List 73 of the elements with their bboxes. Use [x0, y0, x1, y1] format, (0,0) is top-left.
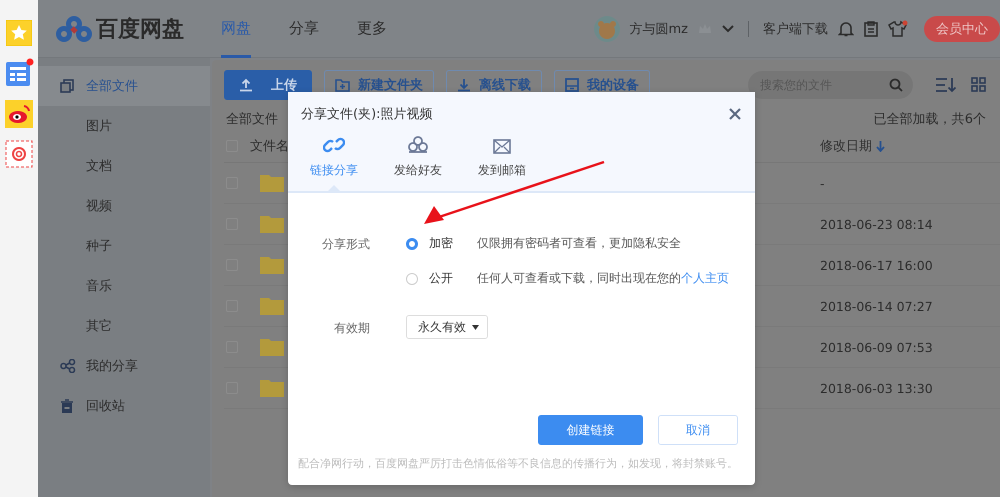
close-icon[interactable] — [729, 108, 741, 120]
folder-icon — [260, 256, 284, 274]
news-icon[interactable] — [4, 58, 34, 88]
dialog-tab[interactable]: 发到邮箱 — [472, 124, 532, 191]
sidebar-item[interactable]: 我的分享 — [38, 346, 210, 386]
nav-tab[interactable]: 分享 — [289, 0, 319, 58]
shirt-icon[interactable] — [888, 20, 908, 37]
logo-text: 百度网盘 — [96, 16, 184, 44]
option-description: 仅限拥有密码者可查看，更加隐私安全 — [477, 235, 681, 252]
nav-tab[interactable]: 更多 — [357, 0, 387, 58]
weibo-icon[interactable] — [5, 100, 33, 128]
folder-icon — [260, 338, 284, 356]
folder-icon — [260, 379, 284, 397]
sidebar-item[interactable]: 图片 — [38, 106, 210, 146]
cancel-button[interactable]: 取消 — [658, 415, 738, 445]
client-download-link[interactable]: 客户端下载 — [763, 20, 828, 38]
option-label[interactable]: 加密 — [429, 235, 469, 252]
vip-center-button[interactable]: 会员中心 — [924, 16, 1000, 42]
folder-icon — [260, 215, 284, 233]
table-cell-text: 2018-06-03 13:30 — [820, 380, 934, 396]
trash-icon — [60, 399, 74, 414]
table-cell-text: 2018-06-09 07:53 — [820, 340, 934, 354]
radio-button[interactable] — [406, 272, 418, 284]
files-icon — [60, 79, 74, 93]
folder-icon — [260, 297, 284, 315]
sidebar-item[interactable]: 音乐 — [38, 266, 210, 306]
link-icon — [323, 136, 345, 154]
form-label: 有效期 — [333, 320, 370, 337]
sidebar-item[interactable]: 文档 — [38, 146, 210, 186]
option-description: 任何人可查看或下载，同时出现在您的个人主页 — [477, 270, 729, 287]
chevron-down-icon[interactable] — [722, 24, 734, 32]
sidebar-item[interactable]: 回收站 — [38, 386, 210, 426]
folder-icon — [260, 174, 284, 192]
logo-icon — [56, 16, 92, 42]
column-header[interactable]: 修改日期 — [820, 137, 872, 155]
dialog-tab[interactable]: 发给好友 — [388, 124, 448, 191]
breadcrumb: 全部文件 — [226, 111, 278, 129]
download-icon — [457, 78, 471, 92]
grid-view-icon[interactable] — [971, 77, 986, 92]
user-name[interactable]: 方与圆mz — [630, 20, 688, 38]
share-icon — [60, 359, 76, 373]
load-status: 已全部加载，共6个 — [874, 111, 986, 129]
sidebar-item[interactable]: 全部文件 — [38, 66, 210, 106]
table-cell-text: - — [820, 176, 826, 190]
sidebar-item[interactable]: 视频 — [38, 186, 210, 226]
new-folder-icon — [335, 78, 350, 92]
create-link-button[interactable]: 创建链接 — [538, 415, 643, 445]
upload-button[interactable]: 上传 — [224, 70, 312, 100]
profile-link[interactable]: 个人主页 — [681, 271, 729, 285]
bell-icon[interactable] — [838, 20, 854, 36]
option-label[interactable]: 公开 — [429, 270, 469, 287]
sidebar-item[interactable]: 种子 — [38, 226, 210, 266]
notice-text: 配合净网行动，百度网盘严厉打击色情低俗等不良信息的传播行为，如发现，将封禁账号。 — [297, 456, 739, 472]
column-header[interactable]: 文件名 — [250, 137, 289, 155]
sort-descending-icon — [876, 140, 885, 152]
upload-icon — [239, 78, 253, 92]
dialog-tab[interactable]: 链接分享 — [304, 124, 364, 191]
friends-icon — [408, 136, 428, 154]
table-cell-text: 2018-06-17 16:00 — [820, 258, 934, 272]
radio-button[interactable] — [406, 238, 418, 250]
table-cell-text: 2018-06-23 08:14 — [820, 216, 934, 232]
mail-icon — [493, 139, 511, 154]
dialog-title: 分享文件(夹):照片视频 — [301, 106, 433, 123]
sort-icon[interactable] — [935, 77, 957, 93]
star-icon[interactable] — [6, 20, 32, 46]
form-label: 分享形式 — [321, 236, 370, 253]
sidebar-item[interactable]: 其它 — [38, 306, 210, 346]
validity-dropdown[interactable]: 永久有效 — [406, 315, 488, 339]
table-cell-text: 2018-06-14 07:27 — [820, 298, 934, 314]
search-icon[interactable] — [889, 78, 903, 92]
device-icon — [565, 78, 579, 92]
dropdown-arrow-icon — [472, 324, 479, 330]
clipboard-icon[interactable] — [864, 20, 878, 36]
